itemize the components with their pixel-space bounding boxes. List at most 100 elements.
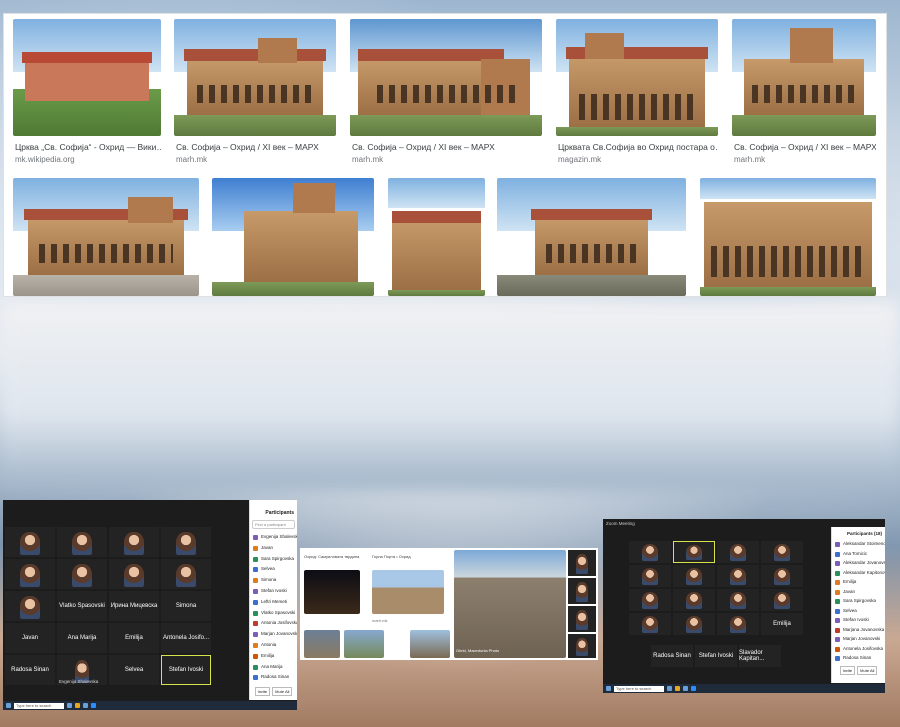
result-image[interactable]	[732, 19, 876, 136]
video-tile: Simona	[161, 591, 211, 621]
participant-row[interactable]: Radosa Sinan	[250, 672, 297, 683]
participant-name: Antonela Josifo...	[162, 635, 210, 641]
video-tile	[568, 606, 596, 632]
shared-caption: Охрид: Самуиловата тврдина	[304, 554, 360, 559]
result-image[interactable]	[350, 19, 542, 136]
result-image[interactable]	[497, 178, 686, 296]
result-image[interactable]	[13, 19, 161, 136]
video-tile: Javan	[5, 623, 55, 653]
participants-title: Participants	[265, 510, 294, 516]
participant-row[interactable]: Vlatko Spasovski	[250, 608, 297, 619]
participant-row[interactable]: Stefan Ivoski	[250, 586, 297, 597]
participant-row[interactable]: Sara Spirgovska	[250, 554, 297, 565]
participant-name: Javan	[21, 635, 38, 641]
participant-row[interactable]: Javan	[832, 587, 885, 597]
taskbar-app-icon[interactable]	[75, 703, 80, 708]
taskbar-app-icon[interactable]	[67, 703, 72, 708]
participant-row[interactable]: Antonia Josifovska	[250, 618, 297, 629]
participant-row[interactable]: Ana Tomicic	[832, 549, 885, 559]
result-image[interactable]	[13, 178, 199, 296]
result-source: mk.wikipedia.org	[15, 155, 75, 164]
participant-row[interactable]: Radosa Sinan	[832, 653, 885, 663]
result-image[interactable]	[212, 178, 374, 296]
zoom-screenshot-left: Vlatko Spasovski Ирина Мицевска Simona J…	[3, 500, 297, 710]
windows-start-icon[interactable]	[606, 686, 611, 691]
result-caption[interactable]: Св. Софија – Охрид / XI век – МАРХ	[176, 142, 336, 152]
video-tile	[161, 527, 211, 557]
shared-caption: Горна Порта • Охрид	[372, 554, 411, 559]
participant-name: Selvea	[124, 667, 144, 673]
participant-row[interactable]: Leftri Memeti	[250, 597, 297, 608]
participant-row[interactable]: Aleksandar Kapitonov	[832, 568, 885, 578]
zoom-app-icon[interactable]	[91, 703, 96, 708]
video-tile	[673, 541, 715, 563]
result-image[interactable]	[556, 19, 718, 136]
result-caption[interactable]: Св. Софија – Охрид / XI век – МАРХ	[352, 142, 542, 152]
participant-row[interactable]: Emilija	[250, 651, 297, 662]
participant-name: Ana Marija	[67, 635, 97, 641]
participant-row[interactable]: Selvea	[250, 564, 297, 575]
zoom-app-icon[interactable]	[691, 686, 696, 691]
participant-row[interactable]: Emilija	[832, 577, 885, 587]
mute-all-button[interactable]: Mute All	[272, 687, 293, 697]
result-source: marh.mk	[734, 155, 766, 164]
shared-source: marh.mk	[372, 618, 388, 623]
video-tile: Antonela Josifo...	[161, 623, 211, 653]
participant-row[interactable]: Antonela Josifovska	[832, 644, 885, 654]
participant-row[interactable]: Aleksandar Stoimenovski	[832, 539, 885, 549]
participant-row[interactable]: Marjan Jovanovski	[832, 634, 885, 644]
result-image[interactable]	[700, 178, 876, 296]
video-tile	[761, 565, 803, 587]
invite-button[interactable]: Invite	[839, 665, 856, 675]
shared-image	[304, 630, 340, 658]
result-source: marh.mk	[352, 155, 384, 164]
video-tile: Emilija	[109, 623, 159, 653]
participant-row[interactable]: Evgenija Shalevska	[250, 532, 297, 543]
taskbar-app-icon[interactable]	[683, 686, 688, 691]
video-tile	[568, 634, 596, 658]
participants-panel: Participants Find a participant Evgenija…	[249, 500, 297, 700]
video-tile	[673, 565, 715, 587]
participant-row[interactable]: Aleksandar Jovanovski	[832, 558, 885, 568]
participant-search-input[interactable]: Find a participant	[252, 520, 295, 529]
result-image[interactable]	[174, 19, 336, 136]
participant-row[interactable]: Selvea	[832, 606, 885, 616]
video-tile: Slavador Kapitan...	[739, 645, 781, 667]
shared-image	[304, 570, 360, 614]
participant-row[interactable]: Antonia	[250, 640, 297, 651]
taskbar-app-icon[interactable]	[675, 686, 680, 691]
participant-row[interactable]: Marjana Jovanovska	[832, 625, 885, 635]
result-caption[interactable]: Црква „Св. Софија“ - Охрид — Вики…	[15, 142, 161, 152]
participant-row[interactable]: Simona	[250, 575, 297, 586]
shared-image	[372, 570, 444, 614]
taskbar-search-input[interactable]: Type here to search	[614, 685, 664, 692]
mute-all-button[interactable]: Mute All	[857, 665, 878, 675]
participant-row[interactable]: Javan	[250, 543, 297, 554]
participant-name: Slavador Kapitan...	[739, 650, 765, 662]
taskbar-search-input[interactable]: Type here to search	[14, 702, 64, 709]
video-tile	[717, 565, 759, 587]
video-tile	[57, 527, 107, 557]
shared-image	[410, 630, 450, 658]
result-image[interactable]	[388, 178, 485, 296]
participant-row[interactable]: Sara Spirgovska	[832, 596, 885, 606]
video-tile	[57, 559, 107, 589]
participant-row[interactable]: Ana Marija	[250, 662, 297, 673]
result-source: marh.mk	[176, 155, 208, 164]
video-tile: Evgenija Shalevska	[57, 655, 107, 685]
windows-start-icon[interactable]	[6, 703, 11, 708]
shared-screen-screenshot: Охрид: Самуиловата тврдина Горна Порта •…	[300, 548, 598, 660]
video-tile	[673, 589, 715, 611]
taskbar-app-icon[interactable]	[83, 703, 88, 708]
participant-row[interactable]: Marjan Jovanovski	[250, 629, 297, 640]
video-tile	[673, 613, 715, 635]
result-caption[interactable]: Црквата Св.Софија во Охрид постара о…	[558, 142, 718, 152]
image-search-results: Црква „Св. Софија“ - Охрид — Вики… mk.wi…	[3, 13, 887, 297]
result-caption[interactable]: Св. Софија – Охрид / XI век – МАРХ	[734, 142, 876, 152]
shared-image-large	[454, 550, 566, 658]
participant-row[interactable]: Stefan Ivoski	[832, 615, 885, 625]
video-tile	[717, 589, 759, 611]
taskbar-app-icon[interactable]	[667, 686, 672, 691]
invite-button[interactable]: Invite	[254, 687, 271, 697]
video-tile: Radosa Sinan	[651, 645, 693, 667]
